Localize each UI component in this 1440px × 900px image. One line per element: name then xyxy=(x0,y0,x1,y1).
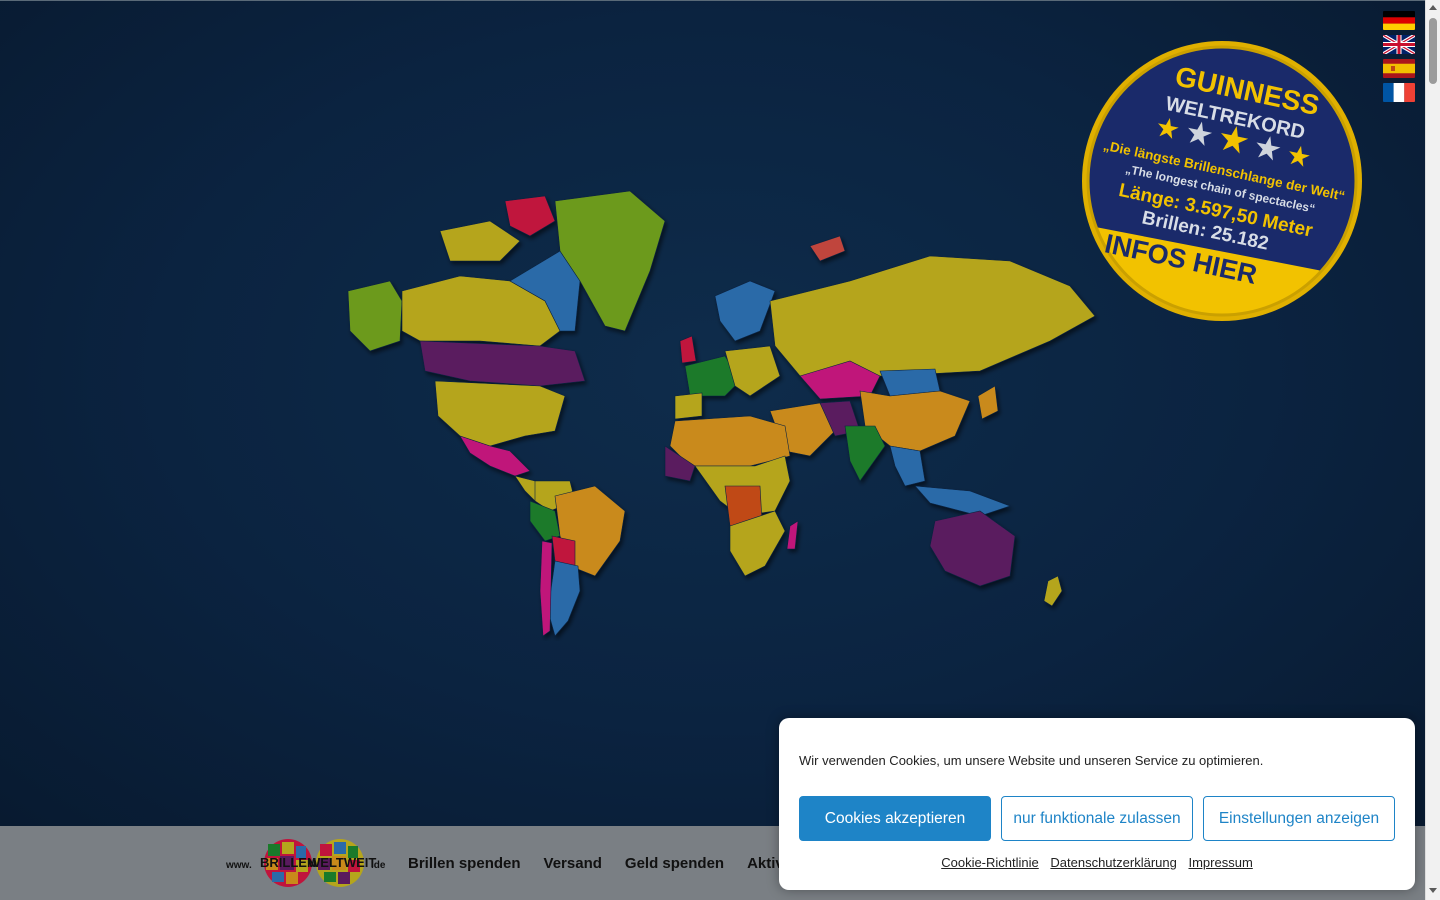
cookie-message: Wir verwenden Cookies, um unsere Website… xyxy=(799,753,1264,768)
region-australia[interactable] xyxy=(929,510,1016,587)
world-map[interactable] xyxy=(330,181,1110,641)
region-baffin[interactable] xyxy=(504,195,556,237)
cookie-policy-link[interactable]: Cookie-Richtlinie xyxy=(941,855,1039,870)
region-africa-north[interactable] xyxy=(669,415,791,467)
region-madagascar[interactable] xyxy=(786,520,799,550)
logo-prefix: www. xyxy=(226,860,252,871)
scroll-down-arrow-icon[interactable] xyxy=(1429,888,1437,893)
region-scandinavia[interactable] xyxy=(714,280,776,342)
language-flags xyxy=(1383,11,1415,107)
main-nav: Brillen spenden Versand Geld spenden Akt… xyxy=(408,855,828,872)
scrollbar-thumb[interactable] xyxy=(1429,18,1437,84)
spanish-flag[interactable] xyxy=(1383,59,1415,78)
region-usa-north[interactable] xyxy=(419,340,586,387)
functional-only-button[interactable]: nur funktionale zulassen xyxy=(1001,796,1193,841)
cookie-consent-dialog: Wir verwenden Cookies, um unsere Website… xyxy=(779,718,1415,890)
french-flag[interactable] xyxy=(1383,83,1415,102)
region-india[interactable] xyxy=(844,425,886,482)
accept-cookies-button[interactable]: Cookies akzeptieren xyxy=(799,796,991,841)
region-chile[interactable] xyxy=(539,540,553,637)
region-se-asia[interactable] xyxy=(889,445,926,487)
region-new-zealand[interactable] xyxy=(1043,575,1063,607)
privacy-policy-link[interactable]: Datenschutzerklärung xyxy=(1050,855,1176,870)
logo-suffix: .de xyxy=(371,860,386,871)
cookie-links: Cookie-Richtlinie Datenschutzerklärung I… xyxy=(779,855,1415,870)
nav-item-brillen-spenden[interactable]: Brillen spenden xyxy=(408,855,521,872)
guinness-record-badge[interactable]: GUINNESS WELTREKORD ★ ★ ★ ★ ★ „Die längs… xyxy=(1080,39,1364,323)
logo-word-weltweit: WELTWEIT xyxy=(308,855,376,870)
uk-flag[interactable] xyxy=(1383,35,1415,54)
region-europe-central[interactable] xyxy=(724,345,781,397)
map-stage: GUINNESS WELTREKORD ★ ★ ★ ★ ★ „Die längs… xyxy=(0,0,1425,826)
region-usa[interactable] xyxy=(434,380,566,447)
region-indonesia[interactable] xyxy=(914,485,1011,517)
show-settings-button[interactable]: Einstellungen anzeigen xyxy=(1203,796,1395,841)
german-flag[interactable] xyxy=(1383,11,1415,30)
scroll-up-arrow-icon[interactable] xyxy=(1429,5,1437,10)
nav-item-geld-spenden[interactable]: Geld spenden xyxy=(625,855,724,872)
region-russia[interactable] xyxy=(769,255,1096,377)
region-uk[interactable] xyxy=(679,335,697,364)
region-arctic[interactable] xyxy=(439,220,521,262)
region-far-east[interactable] xyxy=(809,235,846,262)
region-argentina[interactable] xyxy=(547,560,581,637)
region-alaska[interactable] xyxy=(347,280,403,352)
region-iberia[interactable] xyxy=(674,392,703,420)
imprint-link[interactable]: Impressum xyxy=(1188,855,1252,870)
region-japan[interactable] xyxy=(977,385,999,420)
brillen-weltweit-logo[interactable]: www. BRILLEN WELTWEIT .de xyxy=(226,836,386,890)
page-scrollbar[interactable] xyxy=(1425,0,1440,900)
nav-item-versand[interactable]: Versand xyxy=(544,855,602,872)
